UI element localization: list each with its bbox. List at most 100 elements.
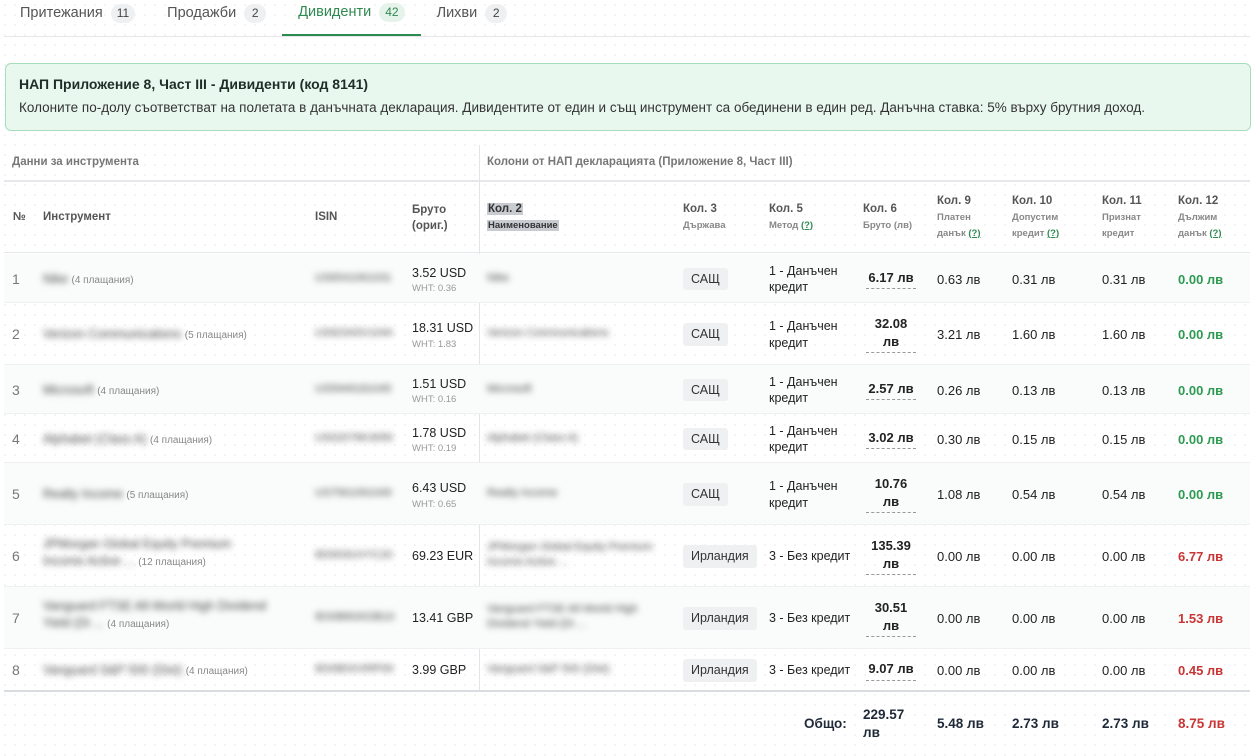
row-number: 6 [12,548,20,564]
col10-allowed-credit: 0.13 лв [1012,382,1056,398]
tab-count-badge: 2 [485,3,508,23]
tab-dividends[interactable]: Дивиденти 42 [282,0,421,36]
group-header-instrument: Данни за инструмента [12,156,139,168]
col3-country: САЩ [683,427,728,451]
tab-label: Лихви [436,5,478,21]
col6-gross-bgn[interactable]: 30.51 лв [866,599,916,638]
row-number: 2 [12,326,20,342]
payments-count: (4 плащания) [185,666,248,677]
col5-method: 3 - Без кредит [769,549,851,563]
wht-value: WHT: 0.19 [412,443,457,455]
table-row[interactable]: 2 Verizon Communications (5 плащания) US92… [4,303,1250,365]
col2-name: JPMorgan Global Equity Premium Income Ac… [487,541,653,568]
col12-due-tax: 0.45 лв [1178,663,1224,678]
col11-recognized-credit: 0.13 лв [1102,382,1146,398]
col9-paid-tax: 3.21 лв [937,327,981,342]
wht-value: WHT: 0.36 [412,283,457,295]
row-number: 4 [12,430,20,447]
col10-allowed-credit: 1.60 лв [1012,327,1056,342]
table-row[interactable]: 7 Vanguard FTSE All-World High Dividend Y… [4,587,1250,649]
tab-sales[interactable]: Продажби 2 [151,0,282,36]
gross-original: 18.31 USD WHT: 1.83 [412,321,474,350]
gross-original: 3.99 GBP [412,663,467,677]
table-row[interactable]: 6 JPMorgan Global Equity Premium Income A… [4,525,1250,587]
instrument-name: Microsoft (4 плащания) [43,382,160,397]
info-title: НАП Приложение 8, Част III - Дивиденти (… [19,76,369,92]
col5-method: 1 - Данъчен кредит [769,263,838,295]
help-link[interactable]: (?) [801,220,813,231]
row-number: 3 [12,381,20,398]
col6-gross-bgn[interactable]: 10.76 лв [866,475,916,514]
col11-recognized-credit: 0.00 лв [1102,611,1146,626]
row-number: 8 [12,662,20,678]
payments-count: (4 плащания) [97,385,160,397]
country-badge: САЩ [683,483,728,506]
country-badge: Ирландия [683,545,757,568]
header-col11: Кол. 11 Признат кредит [1102,195,1142,239]
col6-gross-bgn[interactable]: 135.39 лв [866,537,916,576]
table-row[interactable]: 3 Microsoft (4 плащания) US5949181045 1.51 … [4,365,1250,414]
instrument-name: Nike (4 плащания) [43,271,134,286]
col6-gross-bgn[interactable]: 32.08 лв [866,315,916,354]
table-row[interactable]: 8 Vanguard S&P 500 (Dist) (4 плащания) IE0… [4,649,1250,691]
col2-name: Verizon Communications [487,327,609,339]
col9-paid-tax: 0.00 лв [937,611,981,626]
col6-gross-bgn[interactable]: 6.17 лв [866,269,916,290]
col5-method: 3 - Без кредит [769,611,851,625]
col10-allowed-credit: 0.15 лв [1012,431,1056,447]
header-col9: Кол. 9 Платен данък (?) [937,195,981,239]
payments-count: (4 плащания) [107,618,170,630]
gross-original: 6.43 USD WHT: 0.65 [412,481,467,510]
tab-bar: Притежания 11 Продажби 2 Дивиденти 42 Ли… [4,0,1250,37]
header-gross-orig[interactable]: Бруто (ориг.) [412,203,448,234]
col5-method: 1 - Данъчен кредит [769,423,838,455]
col3-country: САЩ [683,267,728,291]
col2-name: Realty Income [487,487,558,499]
col9-paid-tax: 0.30 лв [937,431,981,447]
col12-due-tax: 6.77 лв [1178,549,1224,564]
col12-due-tax: 1.53 лв [1178,611,1224,626]
wht-value: WHT: 1.83 [412,338,457,350]
col9-paid-tax: 0.26 лв [937,382,981,398]
table-row[interactable]: 1 Nike (4 плащания) US6541061031 3.52 USD WH… [4,254,1250,303]
header-col12: Кол. 12 Дължим данък (?) [1178,195,1222,239]
tab-label: Продажби [167,5,237,21]
table-row[interactable]: 5 Realty Income (5 плащания) US7561091049 6… [4,463,1250,525]
col12-due-tax: 0.00 лв [1178,431,1224,447]
tab-interest[interactable]: Лихви 2 [421,0,524,36]
help-link[interactable]: (?) [1209,228,1221,239]
payments-count: (4 плащания) [71,274,134,286]
instrument-name: Realty Income (5 плащания) [43,487,189,501]
col10-allowed-credit: 0.31 лв [1012,271,1056,287]
table-row[interactable]: 4 Alphabet (Class A) (4 плащания) US02079K… [4,414,1250,463]
help-link[interactable]: (?) [968,228,980,239]
col12-due-tax: 0.00 лв [1178,271,1224,287]
header-col2[interactable]: Кол. 2 Наименование [487,202,559,234]
help-link[interactable]: (?) [1047,228,1059,239]
col11-recognized-credit: 0.54 лв [1102,487,1146,502]
tab-label: Дивиденти [298,4,372,20]
col12-due-tax: 0.00 лв [1178,382,1224,398]
header-no: № [13,211,26,223]
header-instrument[interactable]: Инструмент [43,210,111,226]
col10-allowed-credit: 0.00 лв [1012,663,1056,678]
tab-holdings[interactable]: Притежания 11 [4,0,151,36]
col6-gross-bgn[interactable]: 3.02 лв [866,429,916,450]
col6-gross-bgn[interactable]: 2.57 лв [866,380,916,401]
instrument-name: Vanguard FTSE All-World High Dividend Yi… [43,599,267,630]
totals-col11: 2.73 лв [1102,716,1149,731]
col12-due-tax: 0.00 лв [1178,327,1224,342]
country-badge: САЩ [683,323,728,346]
col9-paid-tax: 0.00 лв [937,549,981,564]
gross-original: 1.78 USD WHT: 0.19 [412,425,467,455]
totals-col9: 5.48 лв [937,716,984,731]
col12-due-tax: 0.00 лв [1178,487,1224,502]
instrument-name: Alphabet (Class A) (4 плащания) [43,431,213,446]
col11-recognized-credit: 0.00 лв [1102,663,1146,678]
header-isin: ISIN [315,211,338,223]
col2-name: Nike [487,271,510,284]
header-col5: Кол. 5 Метод (?) [769,203,814,231]
col6-gross-bgn[interactable]: 9.07 лв [866,660,916,681]
col11-recognized-credit: 0.00 лв [1102,549,1146,564]
isin-value: US7561091049 [315,487,392,499]
